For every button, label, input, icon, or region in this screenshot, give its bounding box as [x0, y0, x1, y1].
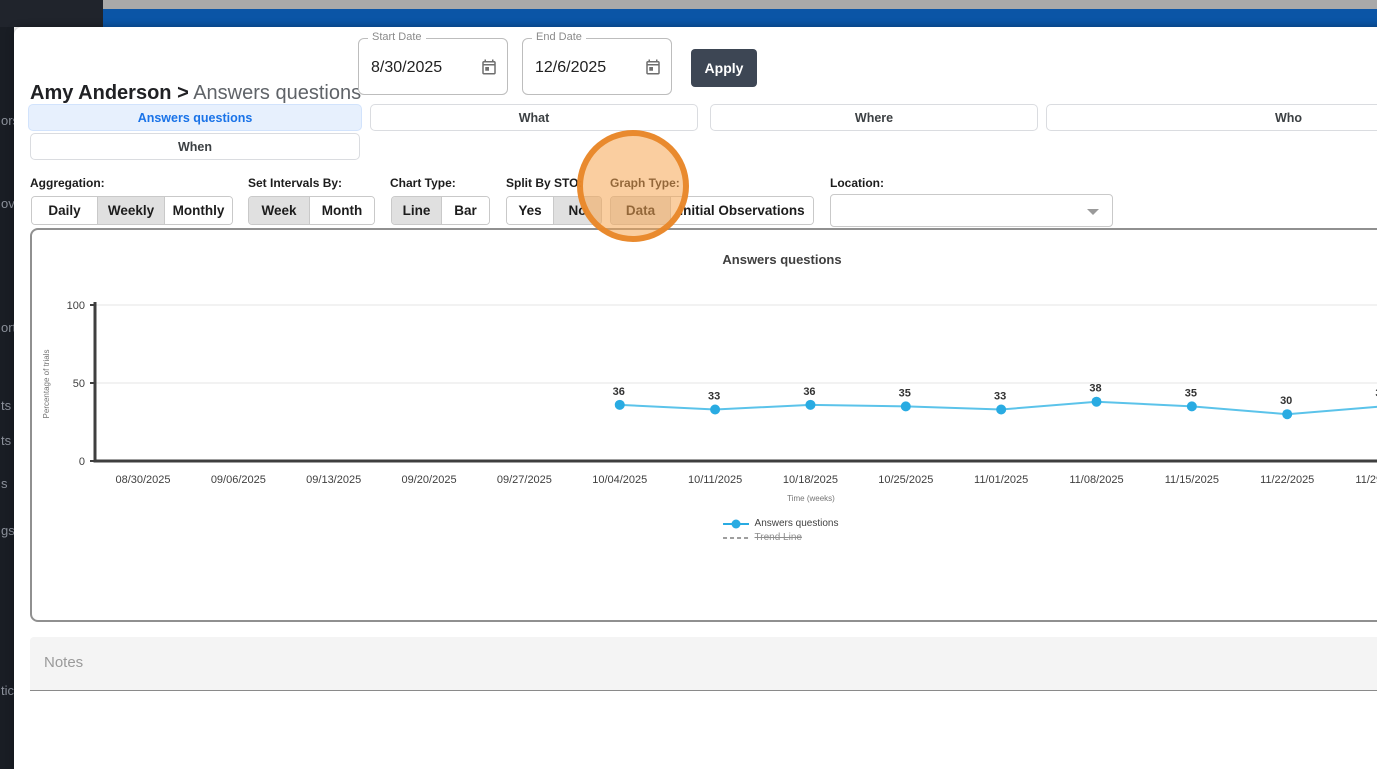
breadcrumb: Amy Anderson > Answers questions: [30, 82, 361, 105]
toggle-option-daily[interactable]: Daily: [32, 197, 98, 224]
tab-answers-questions[interactable]: Answers questions: [28, 104, 362, 131]
apply-button[interactable]: Apply: [691, 49, 757, 87]
svg-text:33: 33: [994, 391, 1006, 403]
legend-marker-icon: [723, 533, 749, 543]
end-date-value[interactable]: 12/6/2025: [535, 59, 606, 77]
svg-text:Percentage of trials: Percentage of trials: [42, 350, 51, 419]
svg-text:11/22/2025: 11/22/2025: [1260, 474, 1314, 486]
svg-text:38: 38: [1089, 383, 1101, 395]
toggle-group-chart-type: LineBar: [391, 196, 490, 225]
location-select[interactable]: [830, 194, 1113, 227]
svg-text:30: 30: [1280, 395, 1292, 407]
legend-marker-icon: [723, 519, 749, 529]
svg-text:10/04/2025: 10/04/2025: [592, 474, 647, 486]
end-date-label: End Date: [532, 31, 586, 43]
toggle-group-graph-type: DataInitial Observations: [610, 196, 814, 225]
tab-when[interactable]: When: [30, 133, 360, 160]
start-date-value[interactable]: 8/30/2025: [371, 59, 442, 77]
toggle-option-no[interactable]: No: [554, 197, 601, 224]
svg-text:08/30/2025: 08/30/2025: [115, 474, 170, 486]
toggle-option-line[interactable]: Line: [392, 197, 442, 224]
legend-label: Answers questions: [755, 518, 839, 529]
toggle-option-initial-observations[interactable]: Initial Observations: [671, 197, 813, 224]
control-label-set-intervals-by: Set Intervals By:: [248, 176, 342, 190]
notes-placeholder: Notes: [44, 654, 83, 671]
chart-container: Answers questions 0 50 100 Percentage of tri…: [30, 228, 1377, 622]
toggle-group-aggregation: DailyWeeklyMonthly: [31, 196, 233, 225]
start-date-field[interactable]: Start Date 8/30/2025: [358, 38, 508, 95]
calendar-icon[interactable]: [480, 58, 498, 81]
control-label-split-by-sto: Split By STO:: [506, 176, 582, 190]
svg-text:09/06/2025: 09/06/2025: [211, 474, 266, 486]
line-chart: Answers questions 0 50 100 Percentage of tri…: [32, 230, 1377, 620]
sidebar-item-fragment[interactable]: s: [1, 476, 8, 491]
sidebar-item-fragment[interactable]: ors: [1, 113, 14, 128]
svg-text:50: 50: [73, 378, 85, 390]
top-left-dark-block: [0, 0, 103, 27]
legend-item-answers-questions[interactable]: Answers questions: [723, 518, 839, 529]
legend-label: Trend Line: [755, 532, 802, 543]
sidebar-item-fragment[interactable]: ovi: [1, 196, 14, 211]
toggle-option-monthly[interactable]: Monthly: [165, 197, 232, 224]
svg-text:36: 36: [803, 386, 815, 398]
sidebar-item-fragment[interactable]: ts: [1, 433, 11, 448]
location-label: Location:: [830, 176, 884, 190]
svg-text:35: 35: [899, 387, 911, 399]
content-panel: Amy Anderson > Answers questions Start D…: [14, 27, 1377, 769]
top-gray-bar: [103, 0, 1377, 9]
patient-name: Amy Anderson: [30, 82, 172, 104]
top-blue-nav-bar: [103, 9, 1377, 27]
svg-text:33: 33: [708, 391, 720, 403]
toggle-group-set-intervals-by: WeekMonth: [248, 196, 375, 225]
sidebar-item-fragment[interactable]: gs: [1, 523, 14, 538]
legend-item-trend-line[interactable]: Trend Line: [723, 532, 839, 543]
control-label-graph-type: Graph Type:: [610, 176, 680, 190]
tab-where[interactable]: Where: [710, 104, 1038, 131]
svg-text:11/15/2025: 11/15/2025: [1165, 474, 1219, 486]
svg-text:09/20/2025: 09/20/2025: [402, 474, 457, 486]
toggle-option-yes[interactable]: Yes: [507, 197, 554, 224]
program-title: Answers questions: [193, 82, 361, 104]
svg-text:09/27/2025: 09/27/2025: [497, 474, 552, 486]
start-date-label: Start Date: [368, 31, 426, 43]
control-label-aggregation: Aggregation:: [30, 176, 105, 190]
svg-text:100: 100: [67, 300, 85, 312]
svg-text:0: 0: [79, 456, 85, 468]
toggle-option-weekly[interactable]: Weekly: [98, 197, 165, 224]
sidebar-item-fragment[interactable]: ts: [1, 398, 11, 413]
svg-text:Answers questions: Answers questions: [722, 252, 841, 267]
end-date-field[interactable]: End Date 12/6/2025: [522, 38, 672, 95]
svg-text:10/25/2025: 10/25/2025: [878, 474, 933, 486]
toggle-group-split-by-sto: YesNo: [506, 196, 602, 225]
calendar-icon[interactable]: [644, 58, 662, 81]
chevron-down-icon: [1087, 209, 1099, 215]
toggle-option-data[interactable]: Data: [611, 197, 671, 224]
svg-text:11/08/2025: 11/08/2025: [1069, 474, 1123, 486]
svg-text:09/13/2025: 09/13/2025: [306, 474, 361, 486]
control-label-chart-type: Chart Type:: [390, 176, 456, 190]
toggle-option-bar[interactable]: Bar: [442, 197, 489, 224]
sidebar-item-fragment[interactable]: ort: [1, 320, 14, 335]
breadcrumb-separator: >: [177, 82, 189, 104]
tab-what[interactable]: What: [370, 104, 698, 131]
svg-text:11/01/2025: 11/01/2025: [974, 474, 1028, 486]
left-sidebar: ors ovi ort ts ts s gs tic: [0, 27, 14, 769]
toggle-option-month[interactable]: Month: [310, 197, 374, 224]
sidebar-item-fragment[interactable]: tic: [1, 683, 14, 698]
svg-text:35: 35: [1185, 387, 1197, 399]
svg-text:11/29/2025: 11/29/2025: [1355, 474, 1377, 486]
toggle-option-week[interactable]: Week: [249, 197, 310, 224]
tab-who[interactable]: Who: [1046, 104, 1377, 131]
notes-input[interactable]: Notes: [30, 637, 1377, 691]
chart-legend: Answers questions Trend Line: [723, 518, 839, 543]
svg-text:36: 36: [613, 386, 625, 398]
svg-text:10/11/2025: 10/11/2025: [688, 474, 742, 486]
svg-text:Time (weeks): Time (weeks): [787, 494, 835, 503]
svg-text:10/18/2025: 10/18/2025: [783, 474, 838, 486]
